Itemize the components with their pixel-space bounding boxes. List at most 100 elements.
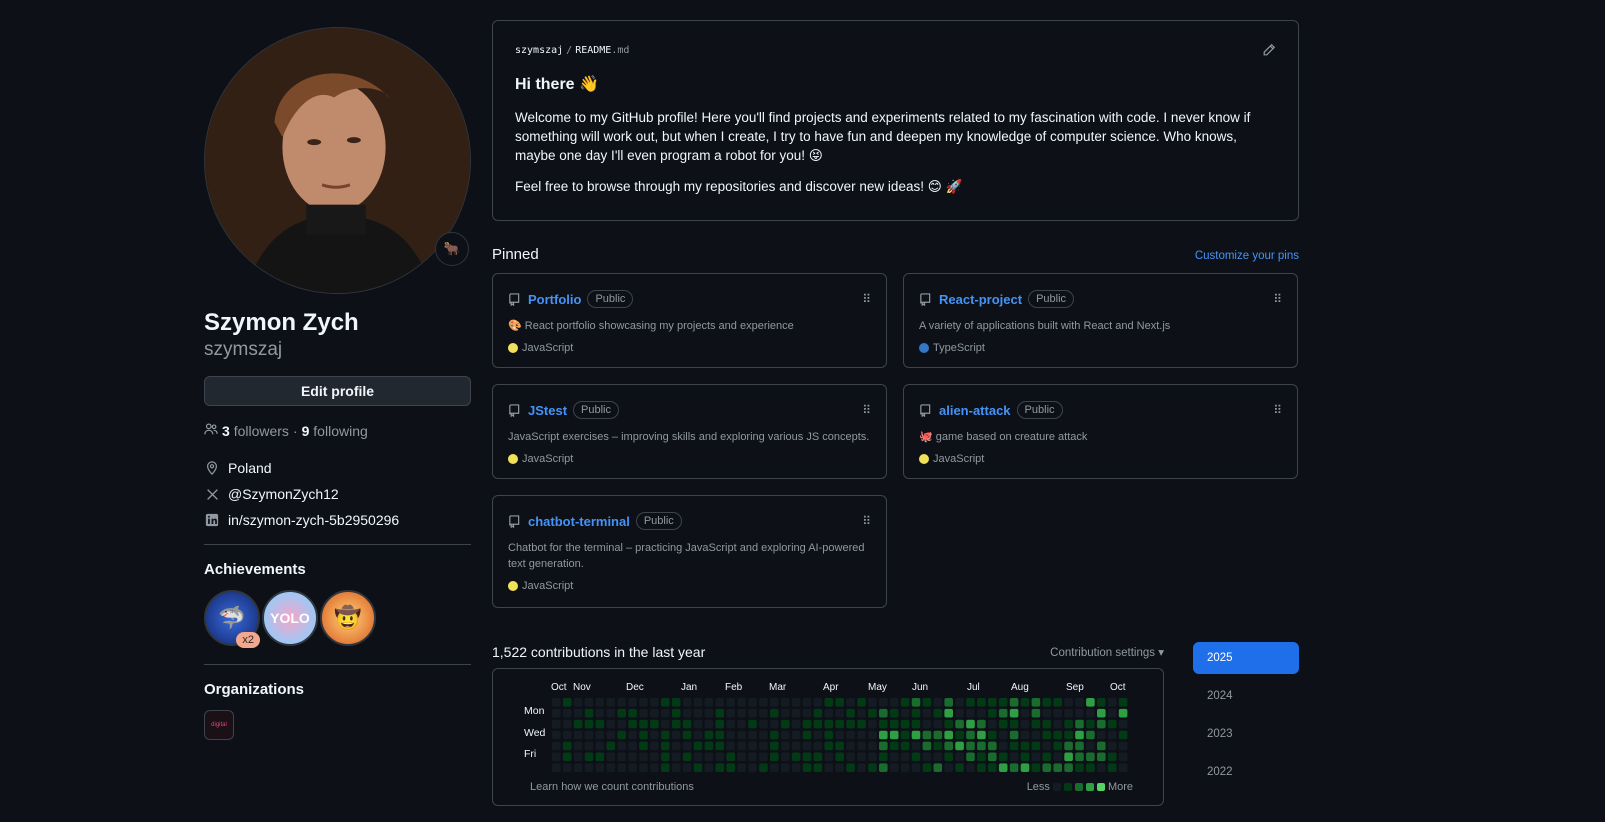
contribution-day-cell[interactable] (1107, 708, 1117, 718)
contribution-day-cell[interactable] (1009, 763, 1019, 772)
readme-owner-link[interactable]: szymszaj (515, 45, 563, 56)
contribution-day-cell[interactable] (922, 708, 932, 718)
contribution-day-cell[interactable] (562, 719, 572, 729)
contribution-day-cell[interactable] (824, 752, 834, 762)
contribution-day-cell[interactable] (1009, 741, 1019, 751)
contribution-day-cell[interactable] (661, 719, 670, 729)
contribution-day-cell[interactable] (1097, 752, 1106, 762)
contribution-day-cell[interactable] (1009, 719, 1019, 729)
contribution-day-cell[interactable] (606, 763, 616, 772)
contribution-day-cell[interactable] (704, 719, 714, 729)
contribution-day-cell[interactable] (562, 708, 572, 718)
linkedin-row[interactable]: in/szymon-zych-5b2950296 (204, 507, 471, 533)
contribution-day-cell[interactable] (933, 698, 943, 707)
contribution-day-cell[interactable] (1042, 730, 1052, 740)
edit-readme-pencil-icon[interactable] (1262, 43, 1276, 60)
contribution-day-cell[interactable] (715, 741, 725, 751)
contribution-day-cell[interactable] (1053, 741, 1062, 751)
contribution-day-cell[interactable] (1097, 730, 1106, 740)
contribution-day-cell[interactable] (573, 741, 583, 751)
linkedin-link[interactable]: in/szymon-zych-5b2950296 (228, 512, 399, 528)
contribution-day-cell[interactable] (1118, 719, 1128, 729)
contribution-day-cell[interactable] (1118, 752, 1128, 762)
contribution-day-cell[interactable] (998, 752, 1008, 762)
contribution-day-cell[interactable] (1053, 708, 1062, 718)
contribution-day-cell[interactable] (879, 752, 888, 762)
contribution-day-cell[interactable] (791, 698, 801, 707)
contribution-day-cell[interactable] (966, 698, 975, 707)
contribution-day-cell[interactable] (1020, 708, 1030, 718)
contribution-day-cell[interactable] (726, 752, 735, 762)
contribution-day-cell[interactable] (748, 708, 757, 718)
contribution-day-cell[interactable] (998, 741, 1008, 751)
contribution-day-cell[interactable] (1031, 719, 1041, 729)
contribution-day-cell[interactable] (857, 763, 866, 772)
contribution-day-cell[interactable] (1064, 741, 1073, 751)
contribution-day-cell[interactable] (595, 752, 605, 762)
readme-file-link[interactable]: README.md (575, 45, 629, 56)
contribution-day-cell[interactable] (661, 708, 670, 718)
contribution-day-cell[interactable] (628, 708, 637, 718)
contribution-day-cell[interactable] (846, 763, 855, 772)
contribution-day-cell[interactable] (1042, 708, 1052, 718)
contribution-day-cell[interactable] (900, 752, 910, 762)
contribution-day-cell[interactable] (1020, 730, 1030, 740)
contribution-day-cell[interactable] (759, 730, 768, 740)
contribution-day-cell[interactable] (868, 763, 877, 772)
contribution-day-cell[interactable] (835, 719, 844, 729)
contribution-day-cell[interactable] (661, 752, 670, 762)
contribution-day-cell[interactable] (748, 763, 757, 772)
contribution-day-cell[interactable] (846, 752, 855, 762)
contribution-day-cell[interactable] (1031, 698, 1041, 707)
contribution-day-cell[interactable] (835, 698, 844, 707)
contribution-day-cell[interactable] (998, 719, 1008, 729)
contribution-day-cell[interactable] (802, 752, 812, 762)
contribution-day-cell[interactable] (977, 752, 986, 762)
repo-name-link[interactable]: chatbot-terminal (528, 514, 630, 529)
contribution-day-cell[interactable] (802, 698, 812, 707)
contribution-day-cell[interactable] (780, 730, 790, 740)
contribution-day-cell[interactable] (1086, 708, 1095, 718)
contribution-day-cell[interactable] (770, 752, 779, 762)
contribution-day-cell[interactable] (813, 763, 823, 772)
contribution-day-cell[interactable] (998, 730, 1008, 740)
contribution-day-cell[interactable] (1118, 708, 1128, 718)
contribution-day-cell[interactable] (1107, 752, 1117, 762)
contribution-day-cell[interactable] (759, 752, 768, 762)
contribution-day-cell[interactable] (966, 719, 975, 729)
contribution-day-cell[interactable] (813, 741, 823, 751)
contribution-day-cell[interactable] (1118, 698, 1128, 707)
contribution-day-cell[interactable] (573, 730, 583, 740)
contribution-day-cell[interactable] (726, 719, 735, 729)
contribution-day-cell[interactable] (704, 741, 714, 751)
contribution-day-cell[interactable] (1064, 752, 1073, 762)
contribution-day-cell[interactable] (595, 763, 605, 772)
contribution-day-cell[interactable] (977, 741, 986, 751)
contribution-day-cell[interactable] (595, 698, 605, 707)
contribution-day-cell[interactable] (911, 752, 921, 762)
contribution-day-cell[interactable] (628, 741, 637, 751)
contribution-day-cell[interactable] (922, 741, 932, 751)
contribution-day-cell[interactable] (780, 719, 790, 729)
contribution-day-cell[interactable] (1097, 763, 1106, 772)
contribution-day-cell[interactable] (617, 741, 626, 751)
contribution-day-cell[interactable] (552, 763, 561, 772)
contribution-day-cell[interactable] (671, 752, 681, 762)
contribution-day-cell[interactable] (857, 719, 866, 729)
contribution-day-cell[interactable] (737, 730, 746, 740)
contribution-day-cell[interactable] (1086, 752, 1095, 762)
contribution-day-cell[interactable] (879, 741, 888, 751)
contribution-day-cell[interactable] (1053, 730, 1062, 740)
contribution-day-cell[interactable] (879, 698, 888, 707)
contribution-day-cell[interactable] (748, 698, 757, 707)
contribution-day-cell[interactable] (802, 719, 812, 729)
contribution-day-cell[interactable] (715, 698, 725, 707)
contribution-day-cell[interactable] (1097, 698, 1106, 707)
contribution-day-cell[interactable] (693, 763, 703, 772)
contribution-day-cell[interactable] (715, 719, 725, 729)
contribution-day-cell[interactable] (628, 719, 637, 729)
contribution-day-cell[interactable] (955, 719, 964, 729)
contribution-day-cell[interactable] (704, 730, 714, 740)
repo-name-link[interactable]: Portfolio (528, 292, 581, 307)
contribution-day-cell[interactable] (868, 719, 877, 729)
